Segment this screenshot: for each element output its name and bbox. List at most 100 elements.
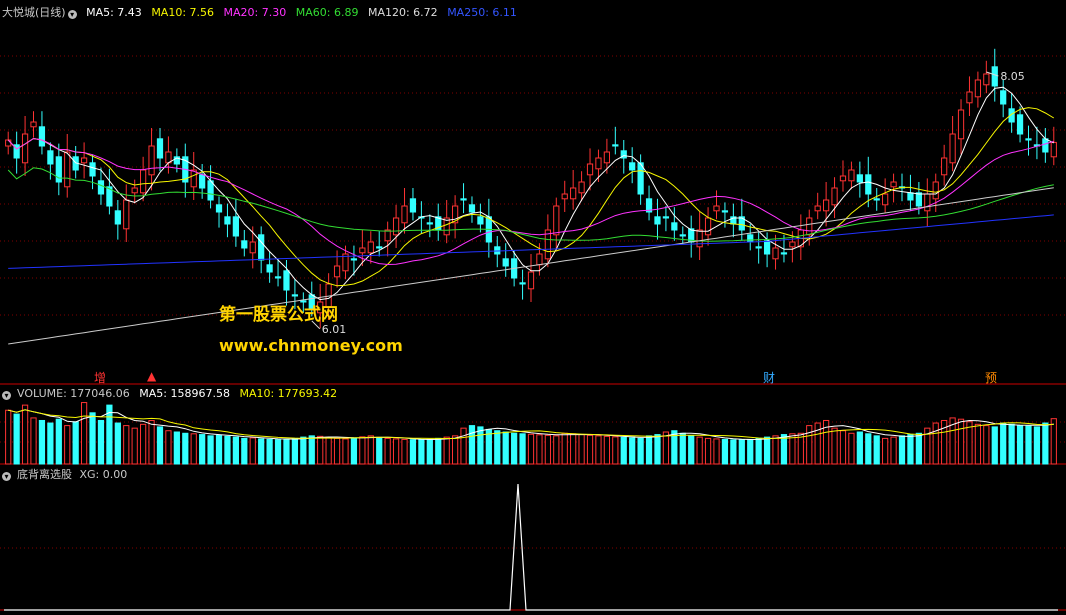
volume-bar — [392, 438, 400, 465]
volume-bar — [1008, 423, 1015, 465]
candle-body — [384, 229, 391, 242]
volume-bar — [527, 433, 535, 465]
candle-body — [991, 66, 998, 87]
candle-body — [426, 222, 433, 225]
ma60-line — [7, 167, 1054, 242]
watermark-url: www.chnmoney.com — [219, 336, 403, 355]
volume-bar — [932, 422, 939, 465]
candle-body — [350, 258, 358, 261]
volume-bar — [148, 419, 155, 465]
candle-body — [502, 258, 509, 267]
candle-body — [1025, 138, 1032, 141]
volume-bar — [401, 438, 408, 465]
candle-body — [114, 210, 121, 225]
candle-body — [131, 187, 138, 194]
volume-bar — [595, 435, 602, 465]
volume-bar — [738, 439, 745, 465]
candle-body — [780, 252, 788, 255]
candle-body — [949, 133, 956, 164]
volume-bar — [966, 421, 973, 465]
volume-bar — [97, 419, 105, 465]
candle-body — [258, 234, 265, 261]
candle-body — [283, 270, 290, 291]
candle-body — [30, 121, 37, 128]
volume-bar — [13, 413, 20, 465]
volume-bar — [258, 438, 265, 465]
candle-body — [570, 187, 577, 200]
candle-body — [494, 246, 501, 255]
candle-body — [882, 193, 889, 206]
candle-body — [747, 234, 754, 243]
volume-bar — [882, 437, 889, 465]
candle-body — [477, 216, 484, 225]
volume-bar — [797, 432, 804, 465]
event-marker-finance[interactable]: 财 — [763, 369, 775, 386]
candle-body — [578, 181, 585, 194]
volume-bar — [848, 432, 855, 465]
volume-bar — [519, 433, 526, 465]
event-marker-alert[interactable]: ▲ — [147, 369, 156, 383]
volume-bar — [199, 434, 206, 465]
event-marker-increase[interactable]: 增 — [94, 369, 106, 386]
volume-bar — [688, 435, 695, 465]
volume-bar — [435, 437, 442, 465]
candle-body — [924, 193, 931, 212]
volume-bar — [1033, 426, 1041, 465]
candle-body — [5, 139, 12, 147]
volume-bar — [47, 422, 54, 465]
volume-bar — [384, 437, 391, 465]
candle-body — [232, 216, 239, 237]
volume-bar — [721, 438, 729, 465]
kline-chart[interactable]: 8.05 6.01 — [0, 0, 1066, 615]
candle-body — [156, 138, 164, 159]
volume-bar — [376, 436, 383, 465]
volume-bar — [772, 435, 779, 465]
volume-bar — [1050, 418, 1057, 465]
candle-body — [814, 205, 821, 212]
volume-bar — [426, 438, 433, 465]
candle-body — [199, 174, 206, 189]
volume-bar — [114, 422, 121, 465]
candle-body — [1016, 114, 1024, 135]
volume-bar — [165, 430, 172, 465]
volume-bar — [367, 435, 374, 465]
ma120-line — [8, 187, 1054, 345]
candles — [5, 48, 1057, 330]
candle-body — [806, 217, 813, 236]
volume-bar — [173, 431, 180, 465]
candle-body — [89, 162, 96, 177]
volume-bar — [106, 404, 113, 465]
candle-body — [713, 205, 720, 212]
candle-body — [123, 199, 130, 230]
volume-bar — [80, 402, 88, 465]
volume-bar — [957, 418, 965, 465]
volume-bar — [553, 435, 560, 465]
candle-body — [873, 198, 880, 201]
candle-body — [64, 151, 71, 188]
moving-averages — [7, 86, 1055, 345]
volume-bar — [241, 437, 248, 465]
candle-body — [367, 241, 374, 254]
volume-bar — [898, 435, 906, 465]
candle-body — [586, 163, 594, 176]
ma20-line — [7, 137, 1054, 266]
candle-body — [671, 222, 678, 231]
event-marker-forecast[interactable]: 预 — [985, 369, 997, 386]
volume-bar — [974, 423, 982, 465]
candle-body — [679, 234, 686, 237]
volume-bar — [637, 437, 644, 465]
candle-body — [190, 169, 197, 188]
volume-bar — [131, 427, 138, 465]
volume-bar — [477, 426, 484, 465]
volume-bar — [300, 436, 307, 465]
candle-body — [957, 109, 965, 140]
volume-bar — [55, 418, 62, 465]
volume-bar — [308, 435, 315, 465]
candle-body — [983, 73, 990, 86]
volume-bar — [21, 404, 29, 465]
candle-body — [721, 210, 729, 213]
volume-bar — [342, 438, 349, 465]
candle-body — [1050, 141, 1057, 158]
candle-body — [38, 126, 46, 147]
volume-bar — [907, 434, 914, 465]
